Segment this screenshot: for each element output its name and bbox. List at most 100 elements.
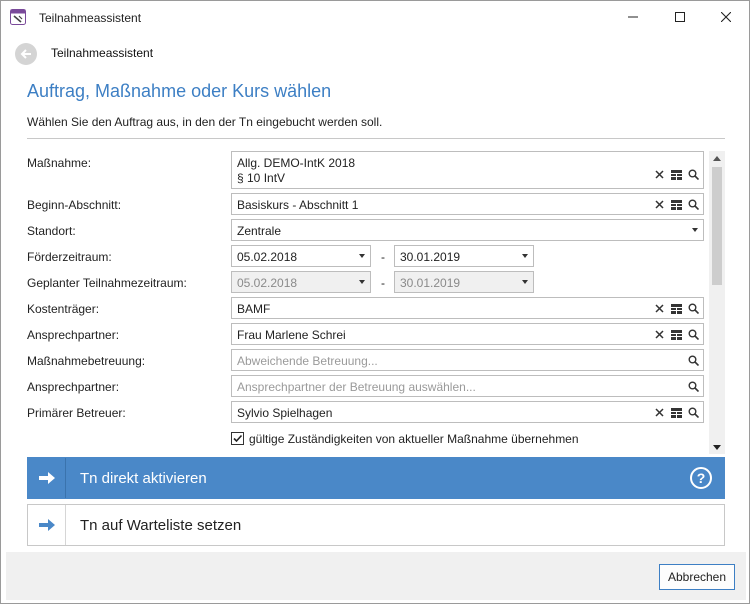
zustaendigkeiten-checkbox-label[interactable]: gültige Zuständigkeiten von aktueller Ma…	[249, 432, 579, 446]
checkmark-icon	[233, 434, 243, 443]
arrow-right-icon	[38, 519, 55, 531]
clear-icon[interactable]	[653, 328, 666, 341]
massnahmebetreuung-placeholder: Abweichende Betreuung...	[237, 354, 378, 368]
waitlist-tile[interactable]: Tn auf Warteliste setzen	[27, 504, 725, 546]
massnahme-value-line2: § 10 IntV	[237, 171, 286, 185]
dropdown-icon	[359, 254, 365, 258]
kostentraeger-label: Kostenträger:	[27, 302, 100, 316]
beginn-field[interactable]: Basiskurs - Abschnitt 1	[231, 193, 704, 215]
list-icon[interactable]	[670, 302, 683, 315]
maximize-icon	[675, 12, 685, 22]
beginn-value: Basiskurs - Abschnitt 1	[237, 198, 359, 212]
betreuung-ansprechpartner-placeholder: Ansprechpartner der Betreuung auswählen.…	[237, 380, 476, 394]
date-value: 30.01.2019	[400, 250, 461, 264]
geplant-label: Geplanter Teilnahmezeitraum:	[27, 276, 187, 290]
kostentraeger-field[interactable]: BAMF	[231, 297, 704, 319]
back-button[interactable]	[15, 43, 37, 65]
form-scrollbar[interactable]	[709, 151, 725, 454]
dropdown-icon	[359, 280, 365, 284]
field-actions	[653, 302, 700, 315]
page-title: Auftrag, Maßnahme oder Kurs wählen	[27, 81, 332, 101]
foerderzeitraum-label: Förderzeitraum:	[27, 250, 112, 264]
foerderzeitraum-to-picker[interactable]: 30.01.2019	[394, 245, 534, 267]
zustaendigkeiten-checkbox[interactable]	[231, 432, 244, 445]
range-separator: -	[381, 276, 385, 290]
dropdown-icon	[692, 228, 698, 232]
standort-label: Standort:	[27, 224, 76, 238]
arrow-cell	[28, 505, 66, 545]
field-actions	[653, 198, 700, 211]
list-icon[interactable]	[670, 406, 683, 419]
search-icon[interactable]	[687, 406, 700, 419]
list-icon[interactable]	[670, 328, 683, 341]
field-actions	[653, 406, 700, 419]
date-value: 05.02.2018	[237, 250, 298, 264]
activate-label: Tn direkt aktivieren	[80, 470, 207, 487]
header-title: Teilnahmeassistent	[51, 46, 154, 60]
back-arrow-icon	[20, 49, 31, 59]
footer-bar	[6, 552, 746, 600]
betreuung-ansprechpartner-label: Ansprechpartner:	[27, 380, 120, 394]
foerderzeitraum-from-picker[interactable]: 05.02.2018	[231, 245, 371, 267]
betreuer-value: Sylvio Spielhagen	[237, 406, 333, 420]
field-actions	[687, 354, 700, 367]
search-icon[interactable]	[687, 302, 700, 315]
standort-value: Zentrale	[237, 224, 282, 238]
cancel-button[interactable]: Abbrechen	[659, 564, 735, 590]
clear-icon[interactable]	[653, 168, 666, 181]
scroll-up-button[interactable]	[709, 151, 725, 165]
list-icon[interactable]	[670, 198, 683, 211]
massnahmebetreuung-field[interactable]: Abweichende Betreuung...	[231, 349, 704, 371]
range-separator: -	[381, 250, 385, 264]
search-icon[interactable]	[687, 328, 700, 341]
search-icon[interactable]	[687, 354, 700, 367]
page-subtitle: Wählen Sie den Auftrag aus, in den der T…	[27, 115, 383, 129]
beginn-label: Beginn-Abschnitt:	[27, 198, 122, 212]
search-icon[interactable]	[687, 198, 700, 211]
clear-icon[interactable]	[653, 198, 666, 211]
scroll-down-icon	[713, 444, 721, 450]
dropdown-icon	[522, 254, 528, 258]
scroll-down-button[interactable]	[709, 440, 725, 454]
arrow-cell	[28, 458, 66, 498]
date-value: 30.01.2019	[400, 276, 461, 290]
list-icon[interactable]	[670, 168, 683, 181]
betreuer-field[interactable]: Sylvio Spielhagen	[231, 401, 704, 423]
standort-select[interactable]: Zentrale	[231, 219, 704, 241]
clear-icon[interactable]	[653, 406, 666, 419]
arrow-right-icon	[38, 472, 55, 484]
divider	[27, 138, 725, 139]
activate-tile[interactable]: Tn direkt aktivieren ?	[27, 457, 725, 499]
field-actions	[653, 328, 700, 341]
geplant-from-picker: 05.02.2018	[231, 271, 371, 293]
dropdown-icon	[522, 280, 528, 284]
search-icon[interactable]	[687, 168, 700, 181]
kostentraeger-value: BAMF	[237, 302, 271, 316]
clear-icon[interactable]	[653, 302, 666, 315]
form-area: Maßnahme: Allg. DEMO-IntK 2018 § 10 IntV…	[1, 147, 749, 455]
field-actions	[687, 380, 700, 393]
help-icon[interactable]: ?	[690, 467, 712, 489]
massnahme-label: Maßnahme:	[27, 156, 92, 170]
title-bar: Teilnahmeassistent	[1, 1, 749, 33]
massnahme-value-line1: Allg. DEMO-IntK 2018	[237, 156, 356, 170]
scroll-up-icon	[713, 155, 721, 161]
betreuer-label: Primärer Betreuer:	[27, 406, 126, 420]
ansprechpartner-field[interactable]: Frau Marlene Schrei	[231, 323, 704, 345]
betreuung-ansprechpartner-field[interactable]: Ansprechpartner der Betreuung auswählen.…	[231, 375, 704, 397]
app-icon	[10, 9, 26, 25]
geplant-to-picker: 30.01.2019	[394, 271, 534, 293]
close-icon	[721, 12, 731, 22]
close-window-button[interactable]	[703, 1, 749, 33]
massnahme-field[interactable]: Allg. DEMO-IntK 2018 § 10 IntV	[231, 151, 704, 189]
minimize-icon	[628, 16, 638, 18]
ansprechpartner-value: Frau Marlene Schrei	[237, 328, 346, 342]
search-icon[interactable]	[687, 380, 700, 393]
field-actions	[653, 168, 700, 181]
minimize-button[interactable]	[610, 1, 656, 33]
window-title: Teilnahmeassistent	[39, 11, 142, 25]
ansprechpartner-label: Ansprechpartner:	[27, 328, 120, 342]
maximize-button[interactable]	[657, 1, 703, 33]
scrollbar-thumb[interactable]	[712, 167, 722, 285]
waitlist-label: Tn auf Warteliste setzen	[80, 517, 242, 534]
